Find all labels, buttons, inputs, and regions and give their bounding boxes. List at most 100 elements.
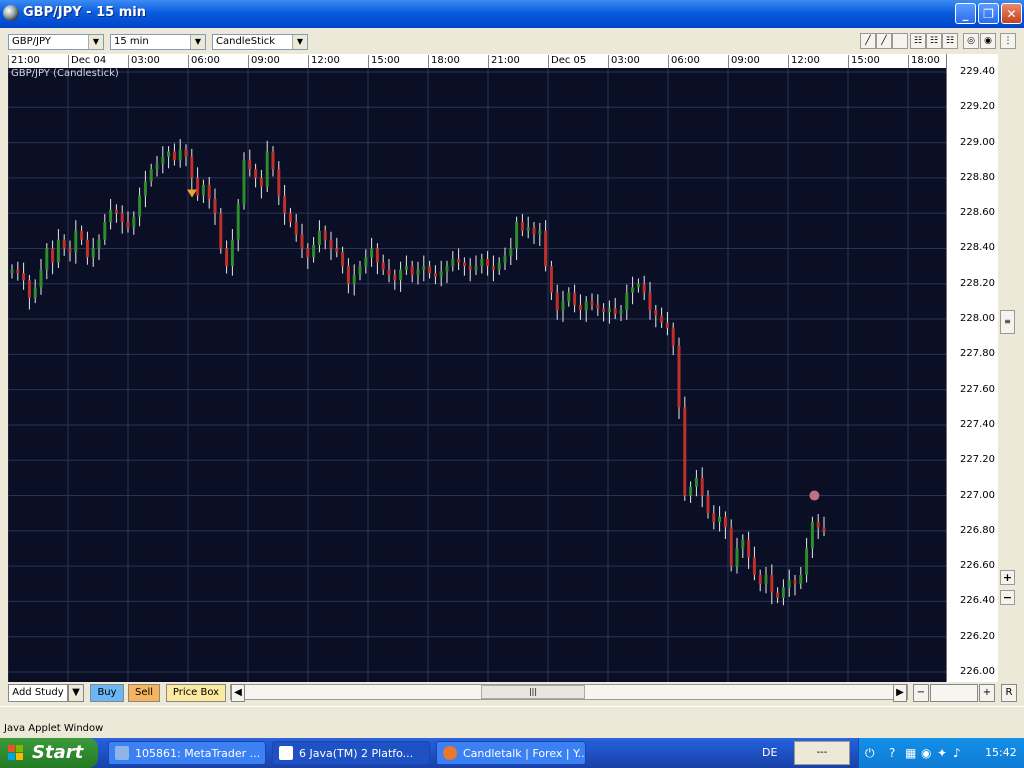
price-box-button[interactable]: Price Box bbox=[166, 684, 226, 702]
zoom-track[interactable] bbox=[930, 684, 978, 702]
time-tick-label: 12:00 bbox=[308, 55, 340, 68]
grid-icon[interactable]: ☷ bbox=[910, 33, 926, 49]
candlestick-chart[interactable]: GBP/JPY (Candlestick) bbox=[8, 68, 946, 682]
candle-body bbox=[660, 315, 664, 323]
close-button[interactable]: ✕ bbox=[1001, 3, 1022, 24]
scroll-right-button[interactable]: ▶ bbox=[893, 684, 907, 702]
task-label: Candletalk | Forex | Y... bbox=[463, 747, 586, 760]
language-bar[interactable]: --- bbox=[794, 741, 850, 765]
sell-button[interactable]: Sell bbox=[128, 684, 160, 702]
reset-button[interactable]: R bbox=[1001, 684, 1017, 702]
candle-body bbox=[683, 407, 687, 496]
interval-select[interactable]: 15 min ▼ bbox=[110, 34, 206, 50]
candle-body bbox=[694, 477, 698, 487]
price-tick-label: 227.20 bbox=[960, 454, 995, 466]
candle-body bbox=[114, 209, 118, 214]
volume-icon[interactable]: ♪ bbox=[953, 746, 961, 760]
candle-body bbox=[625, 292, 629, 311]
candle-body bbox=[428, 266, 432, 274]
help-icon[interactable]: ? bbox=[889, 746, 895, 760]
network-icon[interactable]: ▦ bbox=[905, 746, 916, 760]
task-firefox[interactable]: Candletalk | Forex | Y... bbox=[436, 741, 586, 765]
zoom-icon[interactable]: ◎ bbox=[963, 33, 979, 49]
clock: 15:42 bbox=[985, 746, 1017, 759]
candle-body bbox=[80, 230, 84, 240]
time-tick-label: 21:00 bbox=[8, 55, 40, 68]
window-title: GBP/JPY - 15 min bbox=[23, 5, 146, 20]
candle-body bbox=[805, 548, 809, 575]
draw-line-icon[interactable]: ╱ bbox=[860, 33, 876, 49]
candle-body bbox=[219, 213, 223, 249]
left-margin bbox=[0, 54, 8, 682]
candle-body bbox=[729, 527, 733, 567]
candle-body bbox=[85, 239, 89, 258]
candle-body bbox=[515, 222, 519, 249]
task-label: 105861: MetaTrader ... bbox=[135, 747, 261, 760]
candle-body bbox=[10, 269, 14, 274]
trendline-icon[interactable]: ╱ bbox=[876, 33, 892, 49]
zoom-in-price-button[interactable]: + bbox=[1000, 570, 1015, 585]
time-scrollbar[interactable]: ||| bbox=[230, 684, 908, 700]
price-tick-label: 226.40 bbox=[960, 595, 995, 607]
candle-body bbox=[74, 230, 78, 252]
candle-body bbox=[364, 257, 368, 267]
candle-body bbox=[149, 169, 153, 182]
candle-body bbox=[480, 259, 484, 267]
chevron-down-icon[interactable]: ▼ bbox=[190, 35, 205, 49]
candle-body bbox=[317, 230, 321, 245]
chevron-down-icon[interactable]: ▼ bbox=[292, 35, 307, 49]
price-tick-label: 227.40 bbox=[960, 418, 995, 430]
target-icon[interactable]: ◉ bbox=[980, 33, 996, 49]
start-button[interactable]: Start bbox=[0, 738, 98, 768]
price-axis: 229.40 229.20 229.00 228.80 228.60 228.40 228.… bbox=[946, 54, 999, 682]
chart-type-select[interactable]: CandleStick ▼ bbox=[212, 34, 308, 50]
zoom-out-price-button[interactable]: − bbox=[1000, 590, 1015, 605]
task-java[interactable]: 6 Java(TM) 2 Platfo... bbox=[272, 741, 430, 765]
candle-body bbox=[532, 227, 536, 235]
columns-icon[interactable]: ☷ bbox=[942, 33, 958, 49]
candle-body bbox=[370, 248, 374, 258]
price-tick-label: 226.60 bbox=[960, 560, 995, 572]
zoom-out-button[interactable]: − bbox=[913, 684, 929, 702]
candle-body bbox=[323, 230, 327, 240]
zoom-in-button[interactable]: + bbox=[979, 684, 995, 702]
candle-body bbox=[735, 548, 739, 567]
blank-tool-icon[interactable] bbox=[892, 33, 908, 49]
chevron-down-icon[interactable]: ▼ bbox=[88, 35, 103, 49]
task-label: 6 Java(TM) 2 Platfo... bbox=[299, 747, 414, 760]
candle-body bbox=[602, 308, 606, 312]
candle-body bbox=[155, 163, 159, 170]
candle-body bbox=[207, 184, 211, 200]
time-tick-label: 09:00 bbox=[728, 55, 760, 68]
candle-body bbox=[300, 234, 304, 249]
price-tick-label: 227.80 bbox=[960, 348, 995, 360]
candle-body bbox=[561, 301, 565, 311]
candle-body bbox=[810, 522, 814, 549]
minimize-button[interactable]: _ bbox=[955, 3, 976, 24]
grip-icon: ⋮ bbox=[1000, 33, 1016, 49]
maximize-button[interactable]: ❐ bbox=[978, 3, 999, 24]
layout-icon[interactable]: ☷ bbox=[926, 33, 942, 49]
add-study-button[interactable]: Add Study bbox=[8, 684, 68, 702]
scroll-thumb[interactable]: ≡ bbox=[1000, 310, 1015, 334]
price-scrollbar[interactable]: ≡ + − bbox=[998, 54, 1018, 682]
candle-body bbox=[700, 477, 704, 496]
chevron-down-icon[interactable]: ▼ bbox=[68, 684, 84, 702]
task-metatrader[interactable]: 105861: MetaTrader ... bbox=[108, 741, 266, 765]
scroll-left-button[interactable]: ◀ bbox=[231, 684, 245, 702]
candle-body bbox=[248, 160, 252, 170]
candle-body bbox=[68, 248, 72, 252]
buy-button[interactable]: Buy bbox=[90, 684, 124, 702]
time-scroll-thumb[interactable]: ||| bbox=[481, 685, 585, 699]
time-tick-label: 06:00 bbox=[668, 55, 700, 68]
language-indicator[interactable]: DE bbox=[762, 746, 777, 759]
candle-body bbox=[254, 169, 258, 178]
candle-body bbox=[393, 274, 397, 281]
shield-icon[interactable]: ◉ bbox=[921, 746, 931, 760]
candle-body bbox=[196, 177, 200, 196]
symbol-select[interactable]: GBP/JPY ▼ bbox=[8, 34, 104, 50]
antivirus-icon[interactable]: ✦ bbox=[937, 746, 947, 760]
plug-icon[interactable]: ⏻ bbox=[865, 746, 875, 761]
candle-body bbox=[410, 266, 414, 275]
candle-body bbox=[526, 227, 530, 231]
